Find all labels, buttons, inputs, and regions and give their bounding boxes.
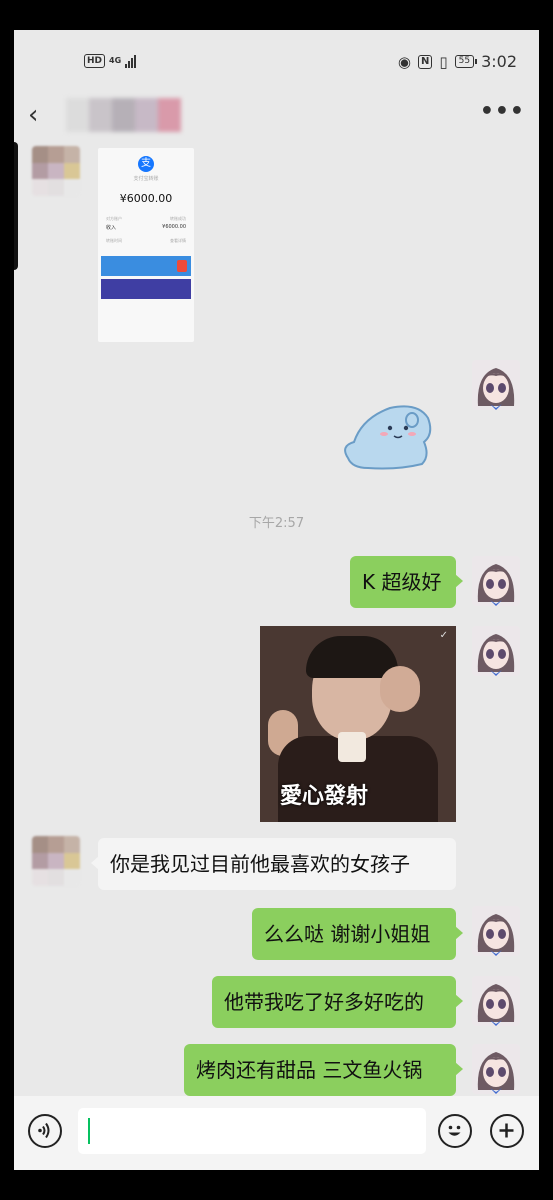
message-timestamp: 下午2:57 [248, 516, 305, 531]
my-message-bubble[interactable]: K 超级好 [350, 556, 463, 608]
status-bar: HD 4G ◉ N ▯ 55 3:02 [14, 30, 539, 94]
emoji-icon[interactable] [438, 1114, 472, 1148]
transfer-row-meta: 转账时间 查看详情 [106, 238, 186, 244]
more-options-icon[interactable]: ••• [480, 100, 525, 124]
transfer-app-label: 支付宝转账 [133, 176, 159, 182]
network-type: 4G [109, 56, 122, 65]
status-left: HD 4G [84, 54, 137, 68]
hd-badge: HD [84, 54, 106, 68]
blue-creature-sticker[interactable] [338, 398, 438, 472]
my-message-bubble[interactable]: 么么哒 谢谢小姐姐 [252, 908, 463, 960]
checkmark-icon: ✓ [439, 630, 448, 641]
text-cursor [88, 1118, 90, 1144]
friend-avatar[interactable] [32, 146, 80, 196]
transfer-status-label: 转账成功 [170, 216, 186, 221]
my-avatar[interactable] [472, 626, 520, 676]
photo-sticker-image[interactable]: ✓ 愛心發射 [260, 626, 456, 822]
my-message-bubble[interactable]: 他带我吃了好多好吃的 [212, 976, 463, 1028]
screen-edge-shadow [14, 142, 18, 270]
my-avatar[interactable] [472, 556, 520, 606]
transfer-amount: ¥6000.00 [119, 192, 173, 205]
my-avatar[interactable] [472, 976, 520, 1026]
transfer-detail-label: 查看详情 [170, 238, 186, 243]
transfer-row-labels: 对方账户 转账成功 [106, 216, 186, 222]
eye-comfort-icon: ◉ [397, 52, 411, 71]
back-arrow-icon[interactable]: ‹ [28, 100, 38, 130]
transfer-time-label: 转账时间 [106, 238, 122, 243]
transfer-account-label: 对方账户 [106, 216, 122, 221]
nfc-icon: N [417, 54, 433, 69]
transfer-payee: 收入 [106, 225, 117, 231]
alipay-icon: 支 [138, 156, 154, 172]
transfer-ad-banner-2 [101, 279, 191, 299]
voice-input-icon[interactable] [28, 1114, 62, 1148]
transfer-row-values: 收入 ¥6000.00 [106, 224, 186, 231]
message-input[interactable] [78, 1108, 426, 1154]
transfer-receipt-image[interactable]: 支 支付宝转账 ¥6000.00 对方账户 转账成功 收入 ¥6000.00 转… [98, 148, 194, 342]
vibrate-icon: ▯ [439, 52, 448, 71]
transfer-received: ¥6000.00 [162, 224, 186, 230]
plus-icon[interactable] [490, 1114, 524, 1148]
status-right: ◉ N ▯ 55 3:02 [398, 52, 517, 71]
chat-screen: HD 4G ◉ N ▯ 55 3:02 ‹ ••• 支 支付宝转账 ¥6000.… [14, 30, 539, 1170]
photo-caption: 愛心發射 [280, 784, 369, 809]
my-message-bubble[interactable]: 烤肉还有甜品 三文鱼火锅 [184, 1044, 463, 1096]
my-avatar[interactable] [472, 906, 520, 956]
clock: 3:02 [481, 52, 517, 71]
battery-icon: 55 [454, 55, 478, 68]
friend-avatar[interactable] [32, 836, 80, 886]
signal-icon [125, 54, 137, 68]
my-avatar[interactable] [472, 360, 520, 410]
message-input-bar [14, 1096, 539, 1170]
transfer-ad-banner [101, 256, 191, 276]
my-avatar[interactable] [472, 1044, 520, 1094]
contact-name-blurred [66, 98, 181, 132]
chat-header: ‹ ••• [14, 94, 539, 142]
friend-message-bubble[interactable]: 你是我见过目前他最喜欢的女孩子 [91, 838, 456, 890]
